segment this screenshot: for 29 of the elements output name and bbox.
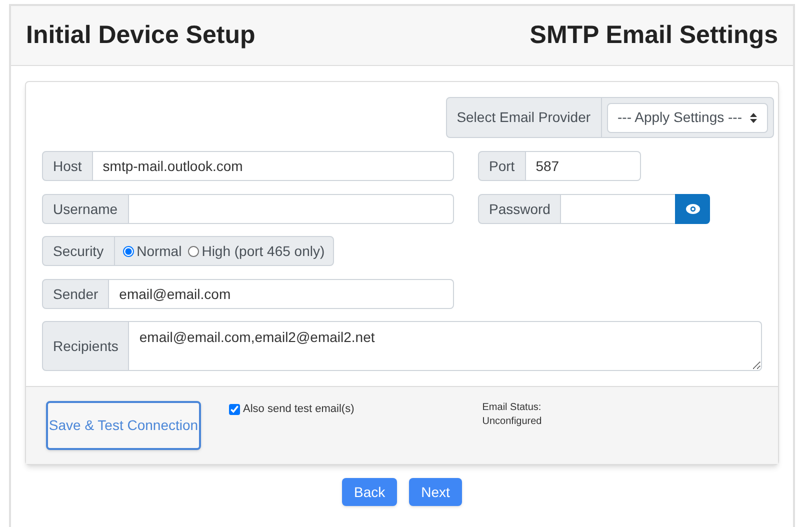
sender-field[interactable]: email@email.com <box>109 279 454 309</box>
status-value: Unconfigured <box>482 415 542 429</box>
eye-icon <box>686 204 700 214</box>
radio-label: High (port 465 only) <box>202 242 325 261</box>
radio-label: Normal <box>136 242 182 260</box>
test-email-label: Also send test email(s) <box>243 402 354 417</box>
field-label: Recipients <box>42 321 130 371</box>
port-field[interactable]: 587 <box>526 151 641 181</box>
page-title: Initial Device Setup <box>26 20 256 51</box>
field-label: Sender <box>42 279 110 309</box>
page-subtitle: SMTP Email Settings <box>530 20 778 51</box>
field-label: Password <box>478 194 562 224</box>
recipients-field[interactable]: email@email.com,email2@email2.net <box>129 321 762 371</box>
field-label: Security <box>43 237 115 265</box>
security-radio[interactable] <box>188 246 199 256</box>
host-field[interactable]: smtp-mail.outlook.com <box>92 151 454 181</box>
field-label: Port <box>478 151 526 181</box>
nav-button[interactable]: Back <box>342 478 398 506</box>
security-radio[interactable] <box>122 246 134 256</box>
show-password-button[interactable] <box>675 194 710 224</box>
field-label: Username <box>42 194 129 224</box>
username-field[interactable] <box>128 194 454 224</box>
test-email-checkbox[interactable] <box>229 404 240 414</box>
nav-button[interactable]: Next <box>409 478 462 506</box>
field-label: Select Email Provider <box>446 98 602 137</box>
status-label: Email Status: <box>482 401 542 415</box>
sort-caret-icon <box>750 112 757 122</box>
field-label: Host <box>42 151 93 181</box>
provider-select[interactable]: --- Apply Settings --- <box>606 102 768 132</box>
